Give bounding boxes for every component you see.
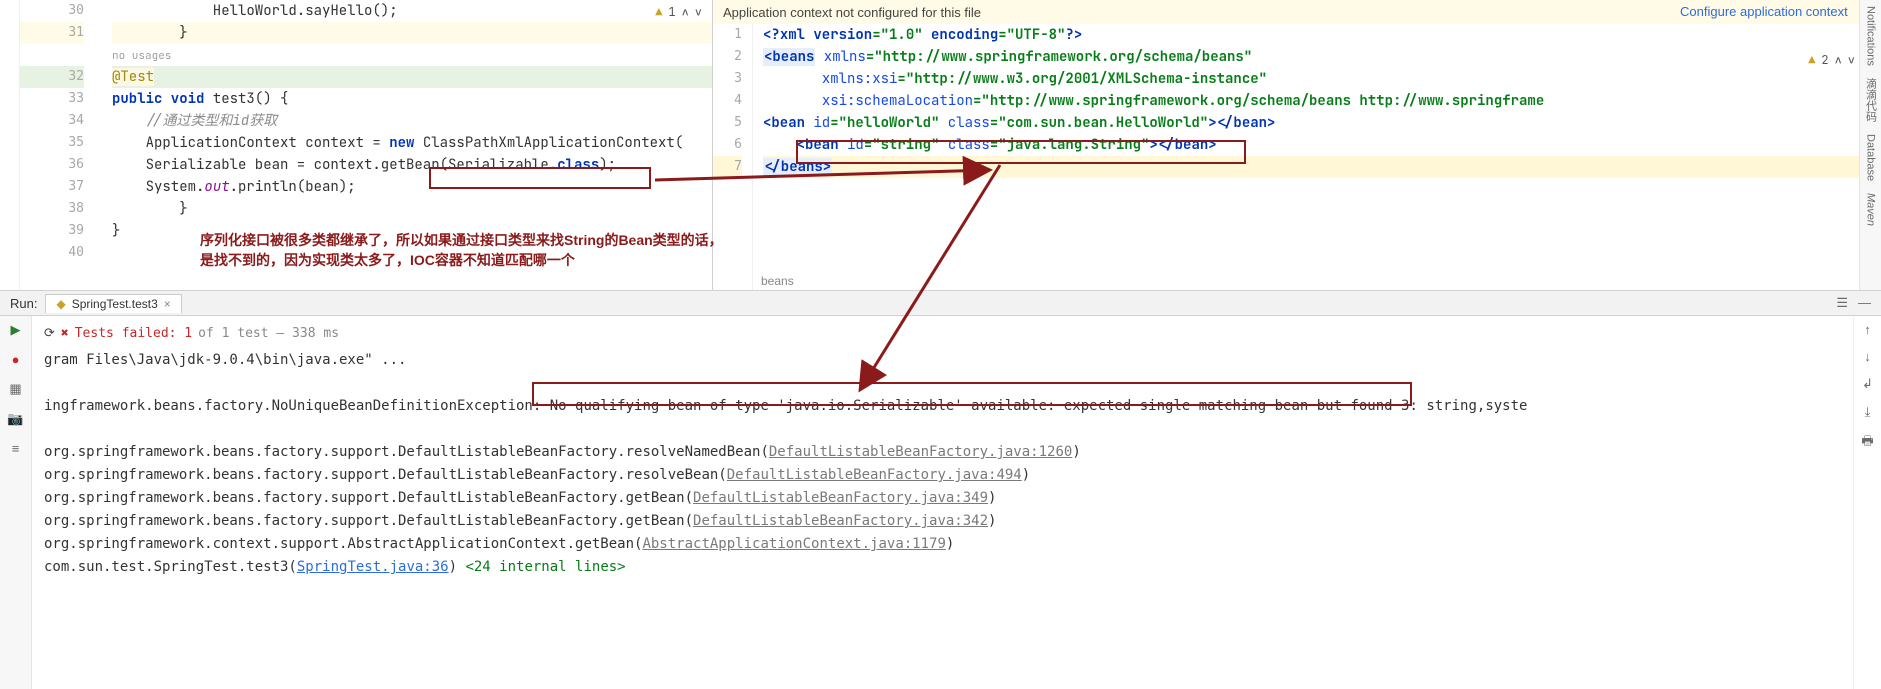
ide-right-toolbar: Notifications 滴滴代码 Database Maven — [1859, 0, 1881, 290]
history-icon[interactable]: ⟳ — [44, 326, 55, 341]
code-line: @Test — [112, 66, 712, 88]
test-status-row: ⟳ ✖ Tests failed: 1 of 1 test – 338 ms — [40, 322, 1853, 349]
chevron-down-icon[interactable]: ∨ — [695, 4, 702, 20]
lingma-tool[interactable]: 滴滴代码 — [1863, 78, 1879, 122]
minimize-icon[interactable]: — — [1858, 295, 1871, 311]
fail-text: Tests failed: 1 — [75, 326, 192, 341]
filter-icon[interactable]: ≡ — [12, 441, 20, 456]
run-left-toolbar: ▶ ● ▦ 📷 ≡ — [0, 316, 32, 689]
console-line — [44, 418, 1853, 441]
console-line: gram Files\Java\jdk-9.0.4\bin\java.exe" … — [44, 349, 1853, 372]
code-line: <bean id="helloWorld" class="com.sun.bea… — [763, 112, 1881, 134]
run-console[interactable]: ⟳ ✖ Tests failed: 1 of 1 test – 338 ms g… — [32, 316, 1853, 689]
code-line: <beans xmlns="http://www.springframework… — [763, 46, 1881, 68]
chevron-down-icon[interactable]: ∨ — [1848, 52, 1855, 68]
notifications-tool[interactable]: Notifications — [1865, 6, 1877, 66]
stack-line[interactable]: com.sun.test.SpringTest.test3(SpringTest… — [44, 556, 1853, 579]
warn-count: 2 — [1821, 52, 1828, 68]
console-line: ingframework.beans.factory.NoUniqueBeanD… — [44, 395, 1853, 418]
java-gutter: 30 31 32 33 34 35 36 37 38 39 40 — [20, 0, 92, 290]
fail-icon: ✖ — [61, 326, 69, 341]
code-line: Serializable bean = context.getBean(Seri… — [112, 154, 712, 176]
layout-icon[interactable]: ▦ — [9, 381, 21, 397]
soft-wrap-icon[interactable]: ↲ — [1862, 376, 1873, 392]
warning-icon: ▲ — [655, 4, 662, 20]
stack-line[interactable]: org.springframework.beans.factory.suppor… — [44, 441, 1853, 464]
database-tool[interactable]: Database — [1865, 134, 1877, 181]
xml-code[interactable]: ▲ 2 ∧ ∨ <?xml version="1.0" encoding="UT… — [753, 24, 1881, 290]
code-line: </beans> — [763, 156, 1881, 178]
code-line: <bean id="string" class="java.lang.Strin… — [763, 134, 1881, 156]
camera-icon[interactable]: 📷 — [7, 411, 23, 427]
banner-text: Application context not configured for t… — [723, 5, 981, 20]
console-line — [44, 372, 1853, 395]
print-icon[interactable]: 🖶 — [1861, 432, 1873, 454]
run-toolwindow-header: Run: ◆ SpringTest.test3 × ☰ — — [0, 290, 1881, 316]
code-line: } — [112, 22, 712, 44]
code-line: HelloWorld.sayHello(); — [112, 0, 712, 22]
rerun-icon[interactable]: ▶ — [11, 322, 21, 338]
console-right-toolbar: ↑ ↓ ↲ ⤓ 🖶 — [1853, 316, 1881, 689]
scroll-to-end-icon[interactable]: ⤓ — [1865, 404, 1871, 420]
settings-icon[interactable]: ☰ — [1836, 295, 1848, 311]
code-line: } — [112, 198, 712, 220]
code-line: //通过类型和id获取 — [112, 110, 712, 132]
inlay-usages[interactable]: no usages — [112, 44, 712, 66]
stack-line[interactable]: org.springframework.beans.factory.suppor… — [44, 464, 1853, 487]
java-inspections[interactable]: ▲ 1 ∧ ∨ — [655, 4, 702, 20]
chevron-up-icon[interactable]: ∧ — [682, 4, 689, 20]
warning-icon: ▲ — [1808, 52, 1815, 68]
fail-suffix: of 1 test – 338 ms — [198, 326, 339, 341]
context-banner: Application context not configured for t… — [713, 0, 1881, 24]
scroll-up-icon[interactable]: ↑ — [1864, 322, 1871, 337]
annotation-text: 序列化接口被很多类都继承了，所以如果通过接口类型来找String的Bean类型的… — [200, 230, 723, 270]
run-label: Run: — [10, 296, 37, 311]
code-line: System.out.println(bean); — [112, 176, 712, 198]
run-tab[interactable]: ◆ SpringTest.test3 × — [45, 294, 181, 313]
warn-count: 1 — [668, 4, 675, 20]
breadcrumb[interactable]: beans — [761, 274, 794, 288]
code-line: ApplicationContext context = new ClassPa… — [112, 132, 712, 154]
stop-icon[interactable]: ● — [12, 352, 20, 367]
run-tab-label: SpringTest.test3 — [72, 297, 158, 311]
stack-line[interactable]: org.springframework.beans.factory.suppor… — [44, 510, 1853, 533]
scroll-down-icon[interactable]: ↓ — [1864, 349, 1871, 364]
configure-context-link[interactable]: Configure application context — [1680, 4, 1848, 19]
maven-tool[interactable]: Maven — [1865, 193, 1877, 226]
test-icon: ◆ — [56, 297, 65, 311]
code-line: xmlns:xsi="http://www.w3.org/2001/XMLSch… — [763, 68, 1881, 90]
close-icon[interactable]: × — [164, 297, 171, 311]
stack-line[interactable]: org.springframework.beans.factory.suppor… — [44, 487, 1853, 510]
code-line: xsi:schemaLocation="http://www.springfra… — [763, 90, 1881, 112]
chevron-up-icon[interactable]: ∧ — [1835, 52, 1842, 68]
stack-line[interactable]: org.springframework.context.support.Abst… — [44, 533, 1853, 556]
xml-editor[interactable]: Application context not configured for t… — [713, 0, 1881, 290]
xml-inspections[interactable]: ▲ 2 ∧ ∨ — [1808, 52, 1855, 68]
code-line: <?xml version="1.0" encoding="UTF-8"?> — [763, 24, 1881, 46]
left-marker-strip — [0, 0, 20, 290]
code-line: public void test3() { — [112, 88, 712, 110]
